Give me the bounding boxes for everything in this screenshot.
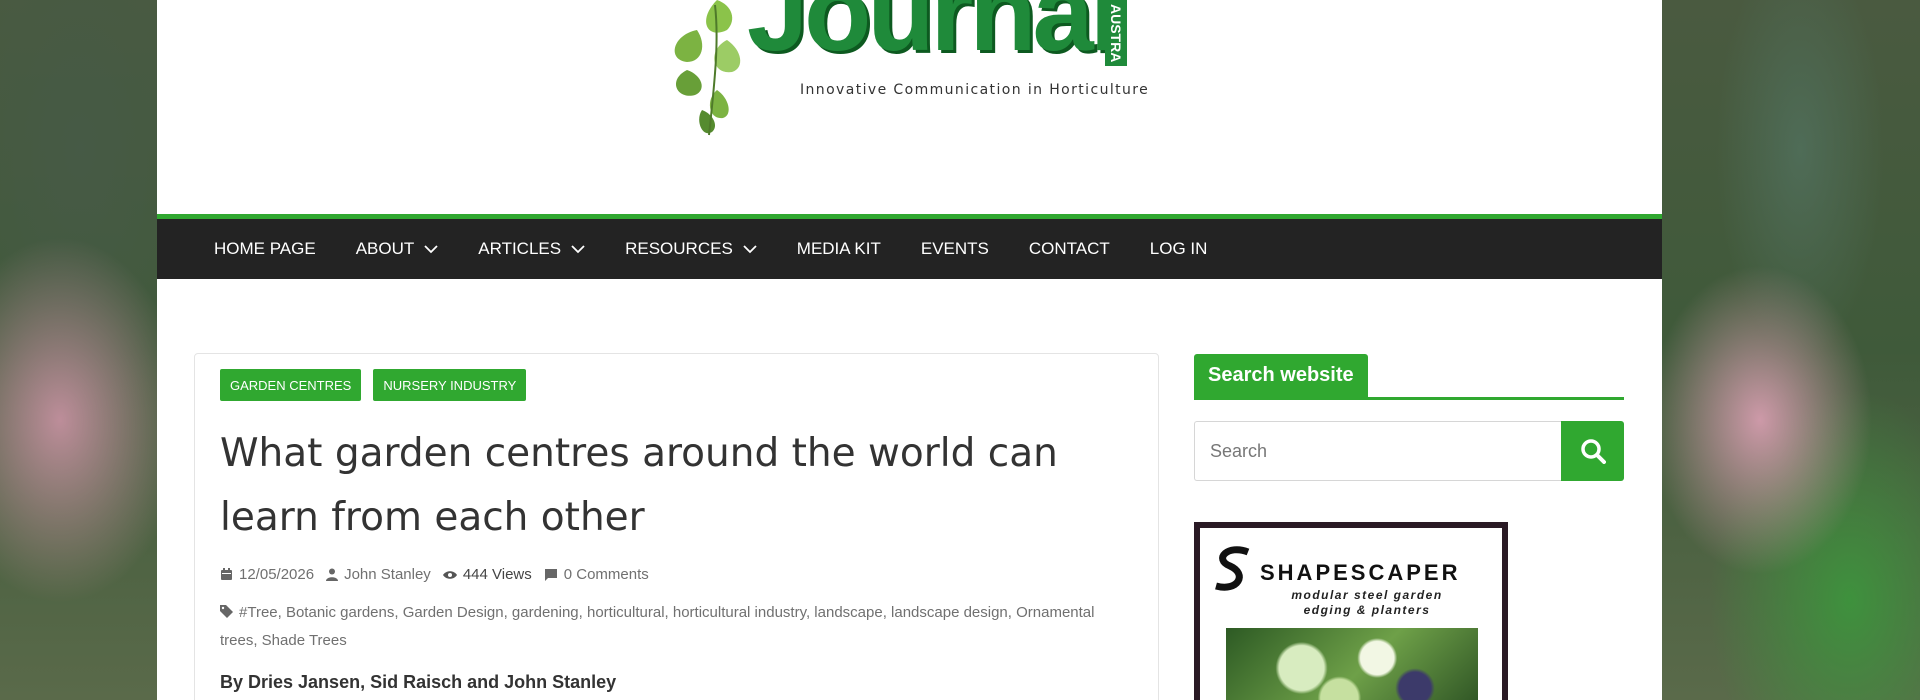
nav-log-in[interactable]: LOG IN	[1150, 239, 1208, 259]
article-meta: 12/05/2026 John Stanley 444 Views 0 Comm…	[220, 566, 661, 583]
nav-home[interactable]: HOME PAGE	[214, 239, 316, 259]
post-comments[interactable]: 0 Comments	[544, 566, 649, 583]
post-views: 444 Views	[442, 566, 532, 583]
ad-photo	[1226, 628, 1478, 700]
page-container: Journal AUSTRA Innovative Communication …	[157, 0, 1662, 700]
nav-resources[interactable]: RESOURCES	[625, 239, 757, 259]
chevron-down-icon	[571, 245, 585, 254]
nav-label: MEDIA KIT	[796, 239, 881, 258]
site-header: Journal AUSTRA Innovative Communication …	[157, 0, 1662, 214]
article-card: GARDEN CENTRES NURSERY INDUSTRY What gar…	[194, 353, 1159, 700]
logo-wordmark: Journal	[747, 0, 1120, 74]
nav-label: CONTACT	[1028, 239, 1110, 258]
search-widget-title: Search website	[1194, 354, 1368, 397]
nav-label: ABOUT	[355, 239, 415, 258]
article-byline: By Dries Jansen, Sid Raisch and John Sta…	[220, 672, 617, 692]
ad-subtitle-line: edging & planters	[1303, 603, 1431, 617]
search-button[interactable]	[1561, 421, 1624, 481]
nav-about[interactable]: ABOUT	[356, 239, 439, 259]
nav-label: ARTICLES	[478, 239, 562, 258]
category-badge[interactable]: NURSERY INDUSTRY	[373, 369, 527, 401]
ad-subtitle-line: modular steel garden	[1291, 588, 1443, 602]
post-views-text: 444 Views	[462, 566, 532, 583]
search-icon	[1580, 439, 1606, 464]
logo-tagline: Innovative Communication in Horticulture	[800, 82, 1150, 98]
article-title: What garden centres around the world can…	[220, 431, 1058, 540]
nav-media-kit[interactable]: MEDIA KIT	[797, 239, 881, 259]
nav-label: HOME PAGE	[214, 239, 316, 258]
post-comments-text: 0 Comments	[563, 566, 649, 583]
chevron-down-icon	[424, 245, 438, 254]
post-author-text: John Stanley	[344, 566, 431, 583]
nav-label: EVENTS	[920, 239, 989, 258]
sidebar: Search website SHAPESCAPER modular steel…	[1194, 354, 1624, 700]
post-date[interactable]: 12/05/2026	[220, 566, 314, 583]
nav-events[interactable]: EVENTS	[921, 239, 989, 259]
nav-articles[interactable]: ARTICLES	[478, 239, 585, 259]
post-tags[interactable]: #Tree, Botanic gardens, Garden Design, g…	[220, 599, 1100, 655]
category-list: GARDEN CENTRES NURSERY INDUSTRY	[220, 369, 538, 401]
calendar-icon	[221, 568, 232, 580]
shapescaper-logo-icon	[1215, 546, 1250, 591]
search-input[interactable]	[1194, 421, 1561, 481]
post-author[interactable]: John Stanley	[326, 566, 431, 583]
search-form	[1194, 421, 1624, 481]
search-widget-header: Search website	[1194, 354, 1624, 400]
comment-icon	[544, 569, 557, 581]
chevron-down-icon	[743, 245, 757, 254]
nav-label: LOG IN	[1149, 239, 1208, 258]
shapescaper-ad[interactable]: SHAPESCAPER modular steel garden edging …	[1194, 522, 1508, 700]
site-logo[interactable]: Journal AUSTRA Innovative Communication …	[657, 0, 1177, 140]
nav-contact[interactable]: CONTACT	[1029, 239, 1110, 259]
tag-icon	[220, 605, 233, 618]
nav-label: RESOURCES	[625, 239, 733, 258]
post-date-text: 12/05/2026	[239, 566, 315, 583]
main-navigation: HOME PAGE ABOUT ARTICLES RESOURCES MEDIA…	[157, 214, 1662, 279]
logo-country-badge: AUSTRA	[1105, 0, 1127, 66]
ad-subtitle: modular steel garden edging & planters	[1200, 588, 1500, 618]
eye-icon	[442, 570, 457, 579]
ad-brand: SHAPESCAPER	[1260, 560, 1461, 585]
category-badge[interactable]: GARDEN CENTRES	[220, 369, 362, 401]
post-tags-text: #Tree, Botanic gardens, Garden Design, g…	[220, 604, 1095, 649]
user-icon	[326, 568, 339, 581]
